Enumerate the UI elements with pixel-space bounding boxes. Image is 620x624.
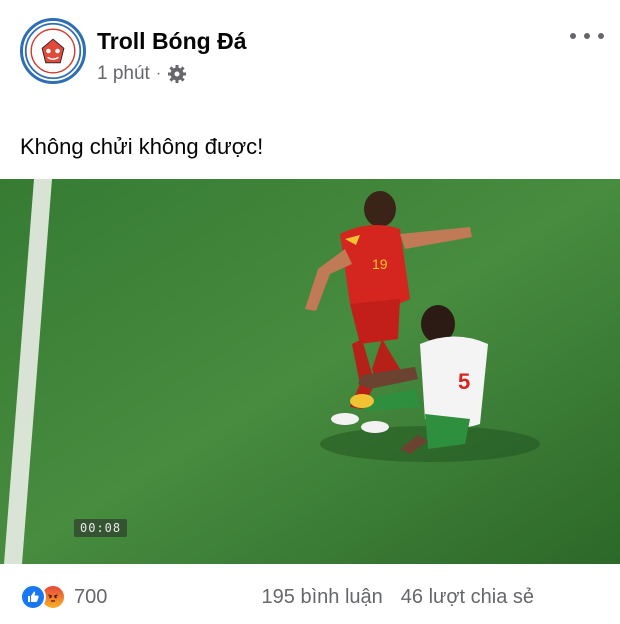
gear-icon[interactable] xyxy=(167,64,187,84)
post-video[interactable]: 19 5 00:08 xyxy=(0,179,620,564)
player-red-number: 19 xyxy=(372,256,388,272)
engagement-stats: 195 bình luận 46 lượt chia sẻ xyxy=(262,586,534,609)
post-header: Troll Bóng Đá 1 phút · xyxy=(0,0,620,110)
more-dot xyxy=(570,33,576,39)
video-frame: 19 5 xyxy=(0,179,620,564)
like-icon xyxy=(20,584,46,610)
avatar-logo-icon xyxy=(24,22,82,80)
more-options-icon[interactable] xyxy=(570,26,604,46)
more-dot xyxy=(598,33,604,39)
page-name[interactable]: Troll Bóng Đá xyxy=(97,28,247,55)
page-avatar[interactable] xyxy=(20,18,86,84)
meta-separator: · xyxy=(155,65,162,82)
reactions-summary[interactable]: 700 xyxy=(20,584,107,610)
reaction-count: 700 xyxy=(74,585,108,608)
comments-count[interactable]: 195 bình luận xyxy=(262,586,383,609)
post-meta: 1 phút · xyxy=(97,63,187,85)
player-white-number: 5 xyxy=(458,369,470,394)
post-footer: 700 195 bình luận 46 lượt chia sẻ xyxy=(0,575,620,619)
post-caption: Không chửi không được! xyxy=(20,134,264,159)
more-dot xyxy=(584,33,590,39)
post-time[interactable]: 1 phút xyxy=(97,63,150,85)
shares-count[interactable]: 46 lượt chia sẻ xyxy=(401,586,534,609)
video-timestamp: 00:08 xyxy=(74,519,128,537)
